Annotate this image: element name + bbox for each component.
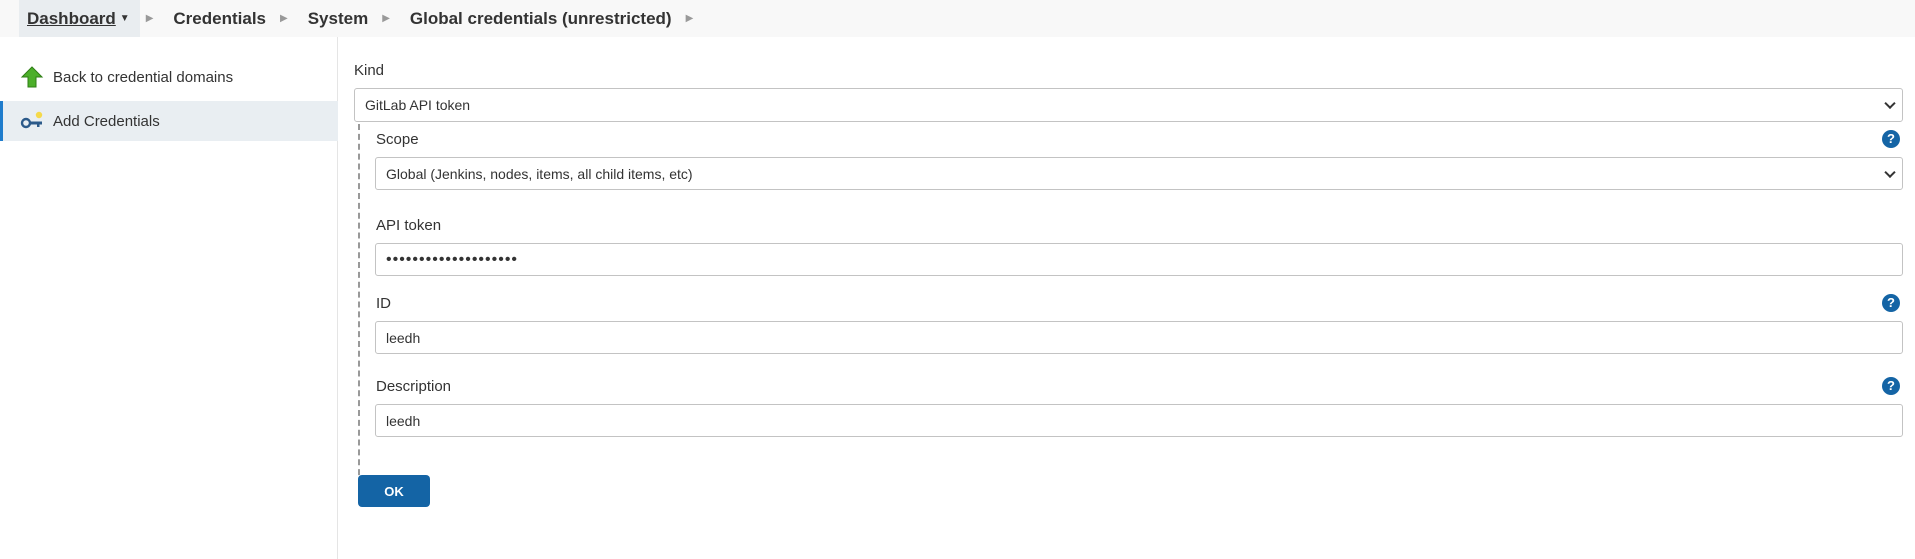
chevron-down-icon[interactable]: ▼	[120, 13, 130, 24]
breadcrumb-dashboard-label[interactable]: Dashboard	[19, 9, 124, 29]
back-to-credential-domains-link[interactable]: Back to credential domains	[0, 57, 338, 97]
chevron-right-icon: ▶	[382, 13, 390, 24]
breadcrumb-global-credentials[interactable]: Global credentials (unrestricted)	[402, 9, 680, 29]
chevron-down-icon	[1884, 166, 1896, 178]
chevron-right-icon: ▶	[280, 13, 288, 24]
sidebar: Back to credential domains Add Credentia…	[0, 37, 338, 559]
help-icon[interactable]: ?	[1882, 130, 1900, 148]
scope-select-value: Global (Jenkins, nodes, items, all child…	[386, 165, 693, 182]
nested-fields-divider	[358, 124, 360, 485]
scope-select[interactable]: Global (Jenkins, nodes, items, all child…	[375, 157, 1903, 190]
add-credentials-link[interactable]: Add Credentials	[0, 101, 338, 141]
ok-button[interactable]: OK	[358, 475, 430, 507]
credentials-form: Kind GitLab API token Scope ? Global (Je…	[338, 37, 1915, 559]
id-value: leedh	[386, 329, 421, 346]
breadcrumb-credentials-label[interactable]: Credentials	[165, 9, 274, 29]
breadcrumb-global-credentials-label[interactable]: Global credentials (unrestricted)	[402, 9, 680, 29]
description-value: leedh	[386, 412, 421, 429]
id-label: ID	[376, 295, 391, 312]
kind-select[interactable]: GitLab API token	[354, 88, 1903, 122]
description-label: Description	[376, 378, 452, 395]
back-to-credential-domains-label[interactable]: Back to credential domains	[53, 69, 233, 86]
breadcrumb-dashboard[interactable]: Dashboard ▼	[19, 0, 140, 37]
up-arrow-icon	[20, 66, 44, 88]
api-token-label: API token	[376, 217, 442, 234]
help-icon[interactable]: ?	[1882, 377, 1900, 395]
key-icon	[20, 111, 43, 129]
breadcrumb-system-label[interactable]: System	[300, 9, 376, 29]
kind-select-value: GitLab API token	[365, 97, 471, 113]
api-token-value: ••••••••••••••••••••	[386, 250, 519, 268]
scope-label: Scope	[376, 131, 419, 148]
breadcrumb-system[interactable]: System	[300, 9, 376, 29]
id-input[interactable]: leedh	[375, 321, 1903, 354]
help-icon[interactable]: ?	[1882, 294, 1900, 312]
add-credentials-label[interactable]: Add Credentials	[53, 113, 160, 130]
api-token-input[interactable]: ••••••••••••••••••••	[375, 243, 1903, 276]
chevron-down-icon	[1884, 97, 1896, 110]
breadcrumb-credentials[interactable]: Credentials	[165, 9, 274, 29]
description-input[interactable]: leedh	[375, 404, 1903, 437]
chevron-right-icon: ▶	[685, 13, 694, 24]
chevron-right-icon: ▶	[145, 13, 154, 24]
breadcrumb: Dashboard ▼ ▶ Credentials ▶ System ▶ Glo…	[0, 0, 1915, 37]
kind-label: Kind	[354, 62, 385, 79]
